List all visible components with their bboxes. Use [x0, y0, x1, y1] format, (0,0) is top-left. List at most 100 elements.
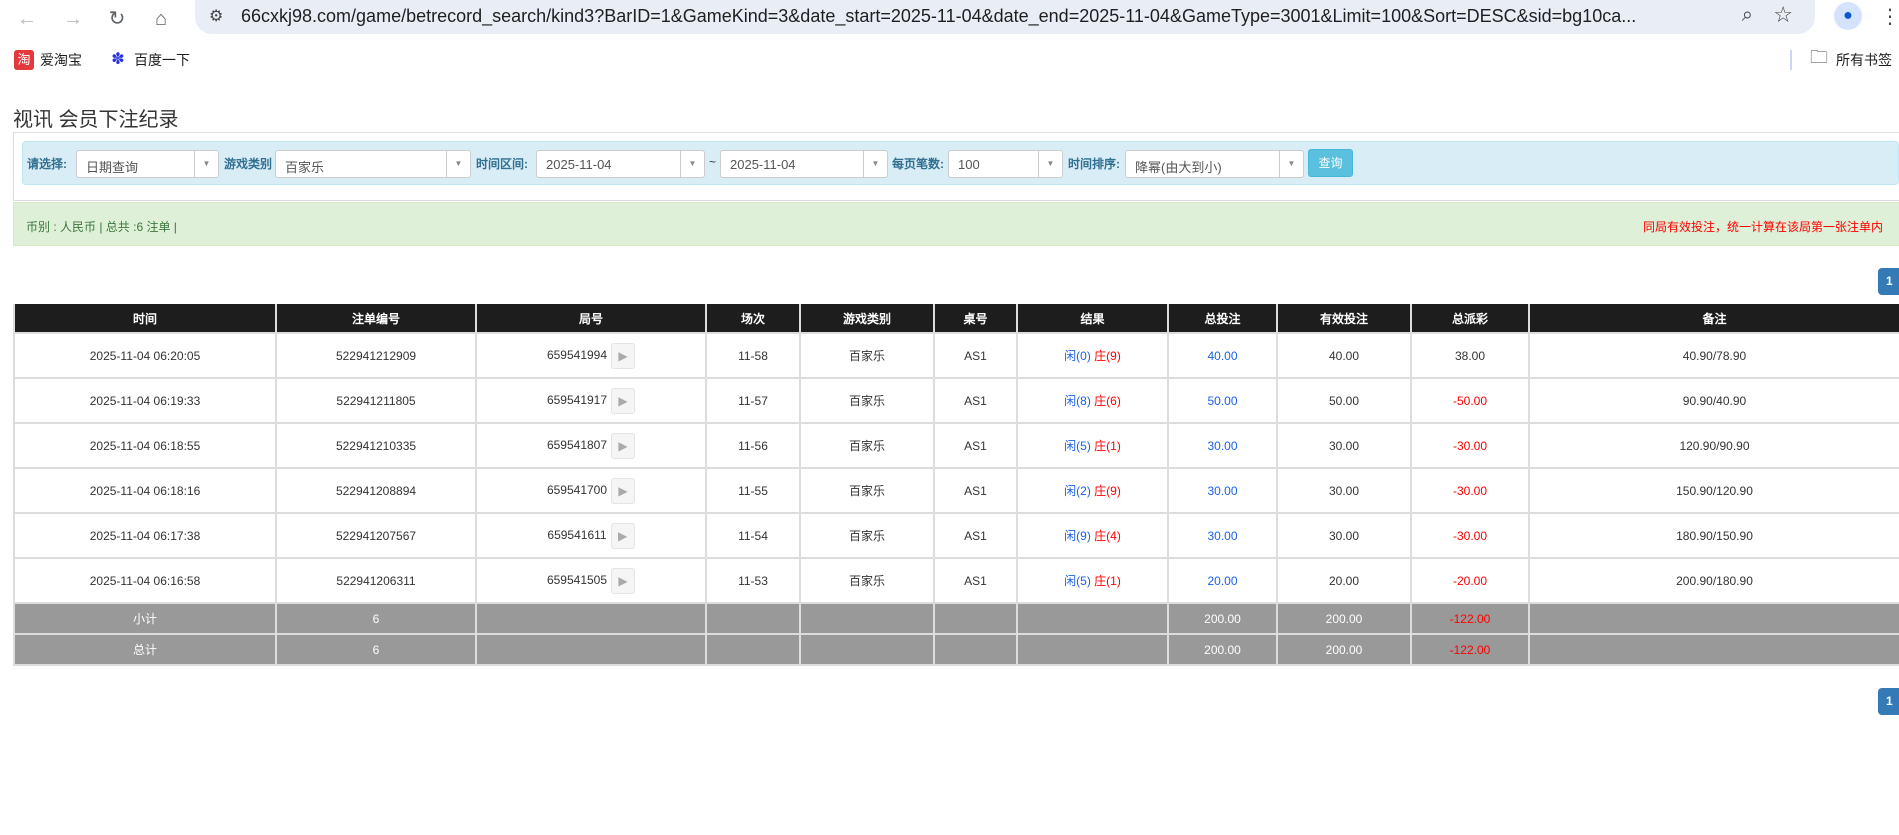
cell-bet-id: 522941208894	[275, 467, 477, 514]
date-start-input[interactable]: 2025-11-04 ▼	[536, 150, 705, 178]
cell-session: 11-58	[705, 332, 801, 379]
cell-round: 659541611 ▶	[475, 512, 707, 559]
cell-note: 150.90/120.90	[1528, 467, 1899, 514]
column-header-total-bet: 总投注	[1167, 304, 1278, 334]
video-replay-icon[interactable]: ▶	[611, 432, 636, 459]
table-row: 2025-11-04 06:16:58 522941206311 659541505…	[13, 557, 1899, 604]
menu-icon[interactable]: ⋮	[1880, 4, 1899, 29]
cell-payout: -50.00	[1410, 377, 1530, 424]
column-header-session: 场次	[705, 304, 801, 334]
cell-bet-id: 522941207567	[275, 512, 477, 559]
site-settings-icon[interactable]: ⚙	[209, 6, 223, 26]
cell-total-bet[interactable]: 30.00	[1167, 467, 1278, 514]
cell-note: 200.90/180.90	[1528, 557, 1899, 604]
page-title: 视讯 会员下注纪录	[13, 109, 179, 131]
back-icon[interactable]: ←	[14, 6, 40, 32]
cell-session: 11-56	[705, 422, 801, 469]
url-text[interactable]: 66cxkj98.com/game/betrecord_search/kind3…	[241, 6, 1636, 27]
time-range-label: 时间区间:	[476, 157, 528, 171]
chevron-down-icon: ▼	[680, 151, 704, 177]
info-bar: 币别 : 人民币 | 总共 :6 注单 | 同局有效投注，统一计算在该局第一张注…	[13, 202, 1899, 246]
cell-payout: -20.00	[1410, 557, 1530, 604]
cell-round: 659541505 ▶	[475, 557, 707, 604]
video-replay-icon[interactable]: ▶	[611, 567, 636, 594]
cell-total-bet[interactable]: 50.00	[1167, 377, 1278, 424]
bookmark-baidu[interactable]: ✽ 百度一下	[108, 48, 190, 72]
bookmark-taobao[interactable]: 淘 爱淘宝	[14, 48, 82, 72]
video-replay-icon[interactable]: ▶	[611, 387, 636, 414]
cell-note: 90.90/40.90	[1528, 377, 1899, 424]
pagination-page-1-top[interactable]: 1	[1878, 268, 1899, 295]
chevron-down-icon: ▼	[863, 151, 887, 177]
cell-bet-id: 522941210335	[275, 422, 477, 469]
round-number: 659541917	[546, 392, 608, 407]
forward-icon[interactable]: →	[60, 6, 86, 32]
game-type-select[interactable]: 百家乐 ▼	[275, 150, 471, 178]
cell-result: 闲(5) 庄(1)	[1016, 557, 1169, 604]
column-header-payout: 总派彩	[1410, 304, 1530, 334]
total-row: 总计 6 200.00 200.00 -122.00	[13, 633, 1899, 666]
sort-select[interactable]: 降幂(由大到小) ▼	[1125, 150, 1304, 178]
zoom-icon[interactable]: ⌕	[1742, 4, 1753, 27]
result-player: 闲(9)	[1064, 529, 1091, 543]
cell-total-bet[interactable]: 20.00	[1167, 557, 1278, 604]
result-banker: 庄(1)	[1094, 439, 1121, 453]
chevron-down-icon: ▼	[194, 151, 218, 177]
result-banker: 庄(9)	[1094, 484, 1121, 498]
cell-bet-id: 522941206311	[275, 557, 477, 604]
date-end-value: 2025-11-04	[730, 157, 796, 172]
subtotal-count: 6	[275, 602, 477, 635]
video-replay-icon[interactable]: ▶	[610, 522, 635, 549]
sort-value: 降幂(由大到小)	[1135, 160, 1222, 175]
game-type-label: 游戏类别	[224, 157, 273, 171]
pagination-page-1-bottom[interactable]: 1	[1878, 688, 1899, 715]
subtotal-row: 小计 6 200.00 200.00 -122.00	[13, 602, 1899, 635]
cell-valid-bet: 30.00	[1276, 467, 1412, 514]
cell-game-type: 百家乐	[799, 377, 935, 424]
total-label: 总计	[13, 633, 277, 666]
column-header-bet-id: 注单编号	[275, 304, 477, 334]
cell-result: 闲(5) 庄(1)	[1016, 422, 1169, 469]
taobao-icon: 淘	[14, 50, 34, 70]
cell-time: 2025-11-04 06:18:16	[13, 467, 277, 514]
address-bar[interactable]: ⚙ 66cxkj98.com/game/betrecord_search/kin…	[195, 0, 1815, 34]
per-page-select[interactable]: 100 ▼	[948, 150, 1063, 178]
cell-result: 闲(9) 庄(4)	[1016, 512, 1169, 559]
cell-game-type: 百家乐	[799, 557, 935, 604]
query-type-select[interactable]: 日期查询 ▼	[76, 150, 219, 178]
result-banker: 庄(9)	[1094, 349, 1121, 363]
round-number: 659541505	[546, 572, 608, 587]
bookmark-star-icon[interactable]: ☆	[1773, 2, 1793, 28]
home-icon[interactable]: ⌂	[148, 6, 174, 32]
cell-game-type: 百家乐	[799, 512, 935, 559]
subtotal-label: 小计	[13, 602, 277, 635]
profile-avatar-icon[interactable]: ●	[1834, 2, 1862, 30]
cell-total-bet[interactable]: 30.00	[1167, 512, 1278, 559]
notice-text: 同局有效投注，统一计算在该局第一张注单内	[1642, 220, 1883, 234]
video-replay-icon[interactable]: ▶	[611, 477, 636, 504]
column-header-table-no: 桌号	[933, 304, 1018, 334]
currency-summary: 币别 : 人民币 | 总共 :6 注单 |	[26, 220, 177, 234]
query-type-value: 日期查询	[86, 160, 139, 175]
cell-result: 闲(0) 庄(9)	[1016, 332, 1169, 379]
cell-total-bet[interactable]: 40.00	[1167, 332, 1278, 379]
cell-bet-id: 522941212909	[275, 332, 477, 379]
query-button[interactable]: 查询	[1308, 149, 1353, 177]
cell-note: 180.90/150.90	[1528, 512, 1899, 559]
chevron-down-icon: ▼	[1279, 151, 1303, 177]
cell-time: 2025-11-04 06:20:05	[13, 332, 277, 379]
column-header-time: 时间	[13, 304, 277, 334]
result-banker: 庄(1)	[1094, 574, 1121, 588]
reload-icon[interactable]: ↻	[104, 6, 130, 32]
result-player: 闲(2)	[1064, 484, 1091, 498]
result-player: 闲(0)	[1064, 349, 1091, 363]
video-replay-icon[interactable]: ▶	[611, 342, 636, 369]
all-bookmarks[interactable]: 🗀 所有书签	[1810, 47, 1892, 72]
date-end-input[interactable]: 2025-11-04 ▼	[720, 150, 888, 178]
column-header-valid-bet: 有效投注	[1276, 304, 1412, 334]
table-row: 2025-11-04 06:17:38 522941207567 659541611…	[13, 512, 1899, 559]
cell-table-no: AS1	[933, 467, 1018, 514]
cell-total-bet[interactable]: 30.00	[1167, 422, 1278, 469]
total-count: 6	[275, 633, 477, 666]
date-start-value: 2025-11-04	[546, 157, 612, 172]
